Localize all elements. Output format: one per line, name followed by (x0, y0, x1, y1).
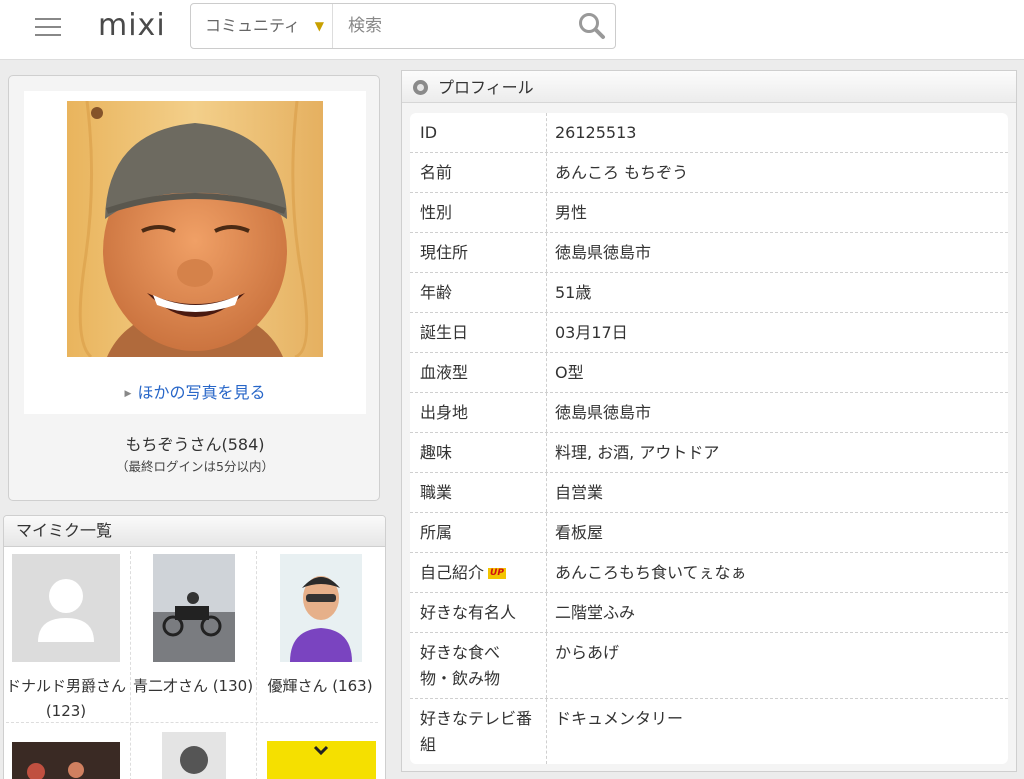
divider (546, 473, 547, 512)
divider (546, 313, 547, 352)
profile-row-favorite-food: 好きな食べ物・飲み物 からあげ (410, 633, 1008, 699)
mixi-logo[interactable]: mixi (98, 8, 166, 43)
profile-row-self-intro: 自己紹介 UP あんころもち食いてぇなぁ (410, 553, 1008, 593)
profile-row-occupation: 職業 自営業 (410, 473, 1008, 513)
user-name: もちぞうさん(584) (125, 435, 265, 454)
row-value: 徳島県徳島市 (555, 243, 652, 262)
divider (546, 633, 547, 698)
profile-title: プロフィール (438, 78, 534, 97)
profile-row-age: 年齢 51歳 (410, 273, 1008, 313)
friend-name: 青二才さん (130) (132, 677, 254, 695)
profile-photo[interactable] (67, 101, 323, 357)
triangle-right-icon: ▶ (124, 389, 132, 399)
row-label: 趣味 (420, 443, 453, 462)
row-label: ID (420, 123, 438, 142)
row-label: 名前 (420, 163, 453, 182)
friend-item[interactable]: ドナルド男爵さん (123) (4, 551, 128, 721)
divider (546, 353, 547, 392)
row-value: 03月17日 (555, 323, 628, 342)
row-label: 性別 (420, 203, 453, 222)
search-scope-label: コミュニティ (205, 16, 301, 35)
divider (546, 113, 547, 152)
mymixi-title: マイミク一覧 (4, 516, 385, 547)
divider (546, 153, 547, 192)
divider (546, 273, 547, 312)
profile-header: プロフィール (402, 71, 1016, 103)
row-label: 所属 (420, 523, 453, 542)
friend-photo[interactable] (162, 732, 226, 779)
profile-photo-frame: ▶ ほかの写真を見る (24, 91, 366, 414)
search-box: コミュニティ ▼ (190, 3, 616, 49)
profile-row-birthday: 誕生日 03月17日 (410, 313, 1008, 353)
row-label: 職業 (420, 483, 453, 502)
divider (546, 513, 547, 552)
row-label: 出身地 (420, 403, 469, 422)
search-scope-select[interactable]: コミュニティ ▼ (191, 4, 333, 48)
row-value: 自営業 (555, 483, 604, 502)
profile-row-blood-type: 血液型 O型 (410, 353, 1008, 393)
up-badge-icon: UP (488, 568, 506, 579)
row-value: あんころもち食いてぇなぁ (555, 563, 747, 582)
divider (546, 433, 547, 472)
friend-item[interactable]: 優輝さん (163) (258, 551, 382, 721)
other-photos-label: ほかの写真を見る (137, 383, 266, 402)
friend-photo (280, 554, 362, 662)
row-value: ドキュメンタリー (555, 709, 684, 728)
profile-panel: プロフィール ID 26125513 名前 あんころ もちぞう 性別 男性 現住所 徳島… (401, 70, 1017, 772)
caret-down-icon: ▼ (314, 19, 324, 33)
row-label: 現住所 (420, 243, 469, 262)
friend-photo[interactable] (12, 742, 120, 779)
profile-row-favorite-celebrity: 好きな有名人 二階堂ふみ (410, 593, 1008, 633)
row-label: 血液型 (420, 363, 469, 382)
profile-row-hobbies: 趣味 料理, お酒, アウトドア (410, 433, 1008, 473)
show-more-button[interactable] (267, 741, 376, 779)
search-input[interactable] (334, 4, 564, 48)
row-value: あんころ もちぞう (555, 163, 689, 182)
search-icon[interactable] (577, 11, 607, 41)
last-login-status: （最終ログインは5分以内） (116, 459, 274, 474)
hamburger-menu-icon[interactable] (30, 14, 66, 42)
default-avatar-icon (12, 554, 120, 662)
header: mixi コミュニティ ▼ (0, 0, 1024, 60)
row-value: O型 (555, 363, 584, 382)
friend-name: 優輝さん (163) (267, 677, 373, 695)
divider (546, 699, 547, 764)
bullet-icon (413, 80, 428, 95)
profile-row-id: ID 26125513 (410, 113, 1008, 153)
row-value: 男性 (555, 203, 588, 222)
profile-row-residence: 現住所 徳島県徳島市 (410, 233, 1008, 273)
profile-table: ID 26125513 名前 あんころ もちぞう 性別 男性 現住所 徳島県徳島市 年齢… (410, 113, 1008, 764)
divider (546, 233, 547, 272)
row-value: 二階堂ふみ (555, 603, 636, 622)
row-label: 好きな食べ物・飲み物 (420, 643, 501, 688)
row-value: からあげ (555, 643, 620, 662)
profile-row-affiliation: 所属 看板屋 (410, 513, 1008, 553)
row-label: 年齢 (420, 283, 453, 302)
divider (546, 393, 547, 432)
friend-name: ドナルド男爵さん (123) (5, 677, 126, 720)
row-value: 料理, お酒, アウトドア (555, 443, 720, 462)
row-label: 自己紹介 UP (420, 563, 506, 582)
row-label: 好きな有名人 (420, 603, 517, 622)
row-value: 徳島県徳島市 (555, 403, 652, 422)
chevron-down-icon (313, 745, 329, 756)
divider (546, 553, 547, 592)
row-label: 誕生日 (420, 323, 469, 342)
row-value: 51歳 (555, 283, 592, 302)
divider (546, 593, 547, 632)
divider (256, 551, 257, 779)
friend-item[interactable]: 青二才さん (130) (131, 551, 255, 721)
profile-row-favorite-tv: 好きなテレビ番組 ドキュメンタリー (410, 699, 1008, 764)
profile-photo-panel: ▶ ほかの写真を見る もちぞうさん(584) （最終ログインは5分以内） (8, 75, 380, 501)
row-value: 26125513 (555, 123, 637, 142)
divider (546, 193, 547, 232)
row-value: 看板屋 (555, 523, 604, 542)
other-photos-link[interactable]: ▶ ほかの写真を見る (24, 379, 366, 403)
friend-photo (153, 554, 235, 662)
row-label: 好きなテレビ番組 (420, 709, 533, 754)
profile-row-name: 名前 あんころ もちぞう (410, 153, 1008, 193)
profile-row-gender: 性別 男性 (410, 193, 1008, 233)
profile-row-hometown: 出身地 徳島県徳島市 (410, 393, 1008, 433)
